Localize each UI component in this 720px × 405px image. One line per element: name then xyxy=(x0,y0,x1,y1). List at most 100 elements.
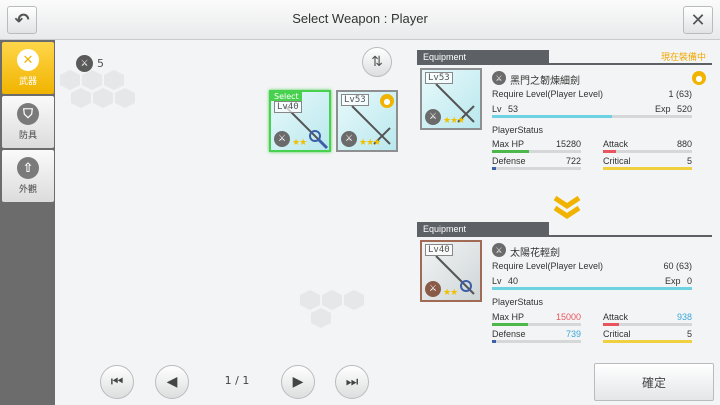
exp-label: Exp xyxy=(665,276,681,286)
chevron-down-icon xyxy=(553,195,581,220)
equipped-person-icon: ● xyxy=(692,71,706,85)
defense-value: 739 xyxy=(565,329,581,339)
tab-weapon-label: 武器 xyxy=(18,77,37,87)
exp-bar xyxy=(492,115,692,118)
player-status-label: PlayerStatus xyxy=(492,297,544,307)
selected-equipment-title: Equipment xyxy=(423,224,467,234)
inventory-count-value: 5 xyxy=(97,57,104,70)
defense-label: Defense xyxy=(492,329,526,339)
exp-value: 0 xyxy=(686,276,692,286)
maxhp-value: 15000 xyxy=(555,312,581,322)
close-icon: ✕ xyxy=(690,9,706,31)
triangle-left-icon: ◀ xyxy=(166,374,178,390)
tab-armor[interactable]: ⛉ 防具 xyxy=(2,96,54,148)
crossed-swords-icon: ✕ xyxy=(17,49,39,71)
hex-pattern-decoration xyxy=(60,70,135,108)
page-title: Select Weapon : Player xyxy=(292,11,428,26)
shield-sword-icon: ⚔ xyxy=(76,55,93,72)
maxhp-bar xyxy=(492,150,581,153)
close-button[interactable]: ✕ xyxy=(683,6,713,34)
inventory-count: ⚔ 5 xyxy=(76,55,104,72)
critical-label: Critical xyxy=(603,156,631,166)
sort-button[interactable]: ⇅ xyxy=(362,47,392,77)
equipped-status-label: 現在裝備中 xyxy=(660,53,706,63)
skip-last-icon: ⏭ xyxy=(345,374,359,390)
require-level-value: 60 (63) xyxy=(663,261,692,271)
sword-type-icon: ⚔ xyxy=(341,131,357,147)
equipped-person-icon: ● xyxy=(380,94,394,108)
selected-weapon-name: 太陽花輕劍 xyxy=(510,248,560,259)
level-label: Lv xyxy=(492,276,502,286)
rarity-stars: ★★ xyxy=(443,288,458,298)
player-status-label: PlayerStatus xyxy=(492,125,544,135)
defense-label: Defense xyxy=(492,156,526,166)
defense-bar xyxy=(492,167,581,170)
previous-page-button[interactable]: ◀ xyxy=(155,365,189,399)
attack-label: Attack xyxy=(603,312,629,322)
current-equipment-header: Equipment xyxy=(417,50,657,64)
up-arrow-icon: ⇧ xyxy=(17,157,39,179)
sword-type-icon: ⚔ xyxy=(492,71,506,85)
rarity-stars: ★★★ xyxy=(443,116,465,126)
require-level-label: Require Level(Player Level) xyxy=(492,261,604,271)
select-tag: Select xyxy=(271,92,302,101)
last-page-button[interactable]: ⏭ xyxy=(335,365,369,399)
card-level: Lv53 xyxy=(341,94,369,106)
attack-value: 880 xyxy=(676,139,692,149)
level-label: Lv xyxy=(492,104,502,114)
current-equipment-title: Equipment xyxy=(423,52,467,62)
attack-label: Attack xyxy=(603,139,629,149)
tab-weapon[interactable]: ✕ 武器 xyxy=(2,42,54,94)
level-value: 53 xyxy=(508,104,519,114)
first-page-button[interactable]: ⏮ xyxy=(100,365,134,399)
sword-type-icon: ⚔ xyxy=(274,131,290,147)
weapon-card[interactable]: Lv53 ● ⚔ ★★★ xyxy=(336,90,398,152)
rarity-stars: ★★ xyxy=(292,138,307,148)
page-indicator: 1 / 1 xyxy=(224,374,250,387)
exp-value: 520 xyxy=(676,104,692,114)
defense-bar xyxy=(492,340,581,343)
critical-value: 5 xyxy=(686,156,692,166)
next-page-button[interactable]: ▶ xyxy=(281,365,315,399)
tab-appearance-label: 外觀 xyxy=(18,185,37,195)
card-level: Lv40 xyxy=(425,244,453,256)
confirm-button-label: 確定 xyxy=(641,375,666,390)
card-level: Lv40 xyxy=(274,101,302,113)
critical-bar xyxy=(603,340,692,343)
critical-bar xyxy=(603,167,692,170)
tab-armor-label: 防具 xyxy=(18,131,37,141)
rarity-stars: ★★★ xyxy=(359,138,381,148)
header-divider xyxy=(417,63,712,65)
current-weapon-card: Lv53 ⚔ ★★★ xyxy=(420,68,482,130)
level-value: 40 xyxy=(508,276,519,286)
tab-appearance[interactable]: ⇧ 外觀 xyxy=(2,150,54,202)
skip-first-icon: ⏮ xyxy=(110,374,124,390)
exp-label: Exp xyxy=(655,104,671,114)
category-sidebar: ✕ 武器 ⛉ 防具 ⇧ 外觀 xyxy=(0,40,55,405)
header-divider xyxy=(417,235,712,237)
maxhp-value: 15280 xyxy=(555,139,581,149)
selected-weapon-card: Lv40 ⚔ ★★ xyxy=(420,240,482,302)
maxhp-label: Max HP xyxy=(492,312,525,322)
exp-bar xyxy=(492,287,692,290)
attack-value: 938 xyxy=(676,312,692,322)
shield-icon: ⛉ xyxy=(17,103,39,125)
selected-equipment-header: Equipment xyxy=(417,222,657,236)
maxhp-label: Max HP xyxy=(492,139,525,149)
triangle-right-icon: ▶ xyxy=(292,374,304,390)
sword-type-icon: ⚔ xyxy=(425,281,441,297)
sword-type-icon: ⚔ xyxy=(425,109,441,125)
top-bar: ↶ Select Weapon : Player ✕ xyxy=(0,0,720,40)
maxhp-bar xyxy=(492,323,581,326)
weapon-card[interactable]: Select Lv40 ⚔ ★★ xyxy=(269,90,331,152)
sword-type-icon: ⚔ xyxy=(492,243,506,257)
attack-bar xyxy=(603,323,692,326)
confirm-button[interactable]: 確定 xyxy=(594,363,714,401)
defense-value: 722 xyxy=(565,156,581,166)
current-weapon-name: 黑門之韌煉細劍 xyxy=(510,76,580,87)
card-level: Lv53 xyxy=(425,72,453,84)
hex-pattern-decoration-2 xyxy=(300,290,364,328)
sort-icon: ⇅ xyxy=(371,54,383,70)
attack-bar xyxy=(603,150,692,153)
critical-label: Critical xyxy=(603,329,631,339)
